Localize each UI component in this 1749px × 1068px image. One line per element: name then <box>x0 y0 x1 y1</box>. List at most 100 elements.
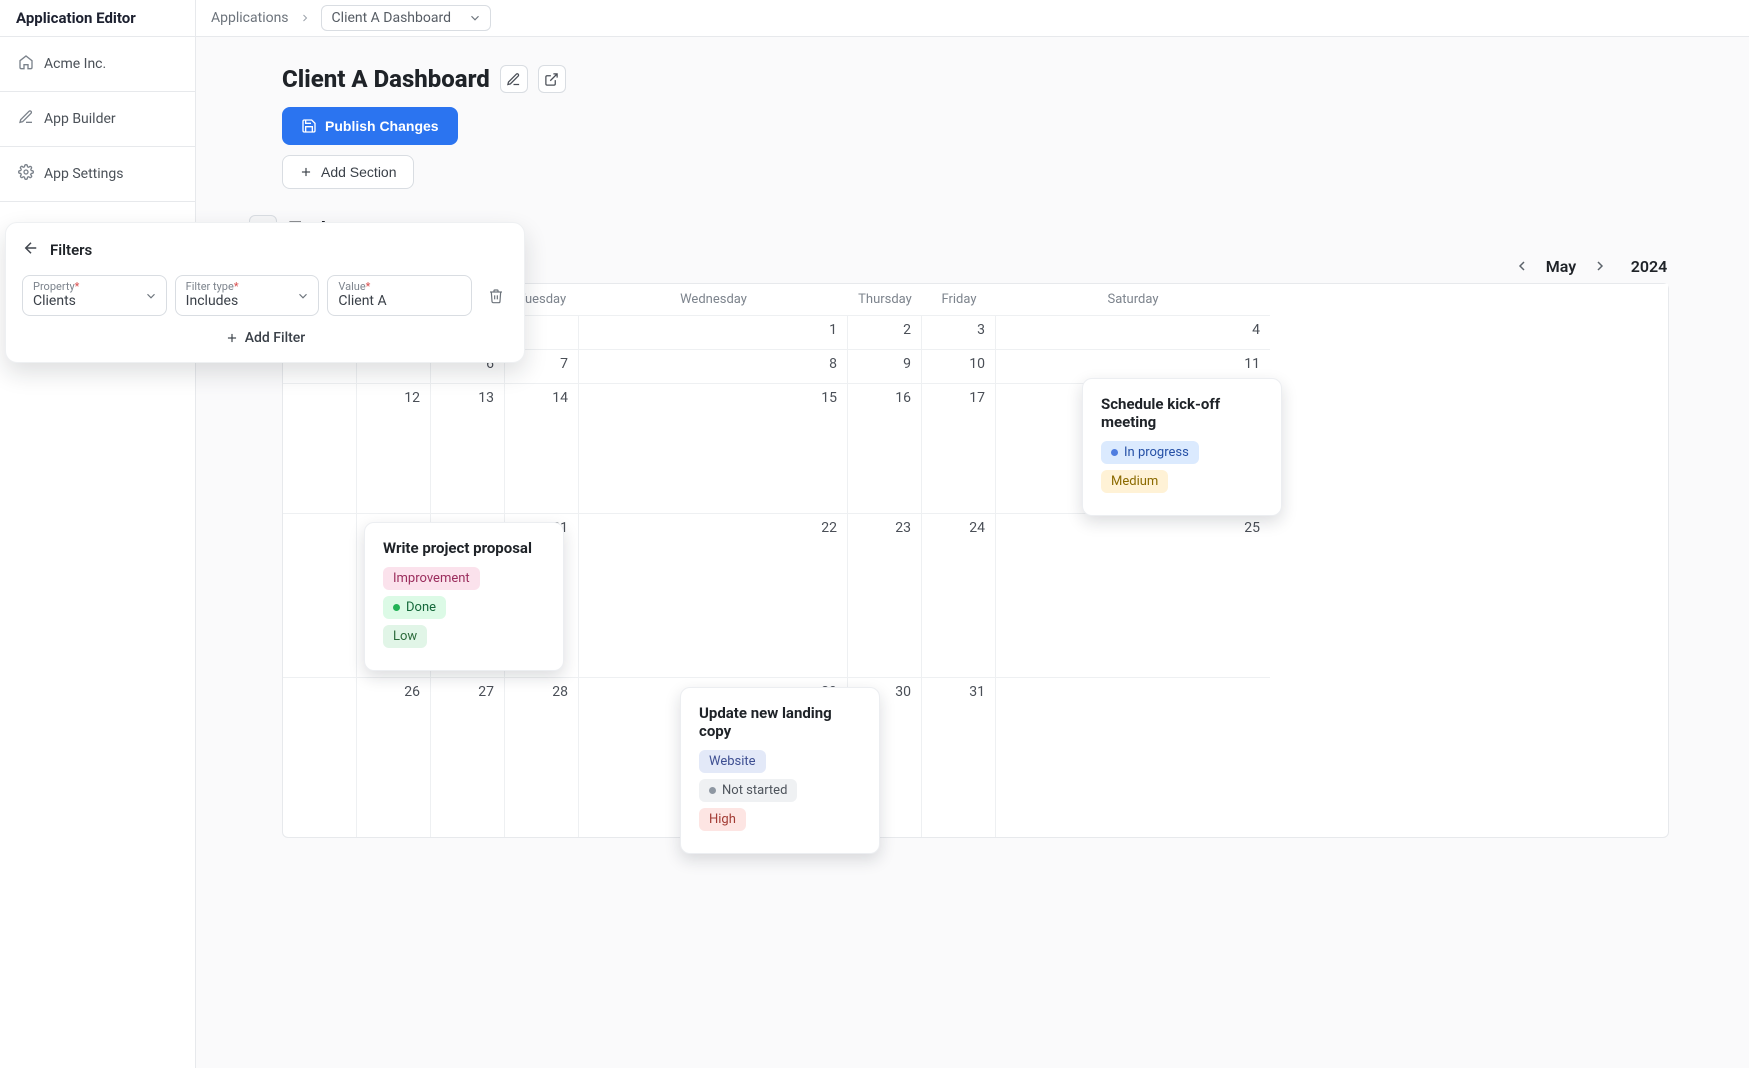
sidebar-item-app-settings[interactable]: App Settings <box>0 147 195 202</box>
weekday-label: Thursday <box>848 284 922 315</box>
back-button[interactable] <box>22 239 40 261</box>
status-dot-icon <box>393 604 400 611</box>
chevron-right-icon <box>299 12 311 24</box>
event-title: Update new landing copy <box>699 704 861 740</box>
arrow-left-icon <box>22 239 40 257</box>
event-title: Schedule kick-off meeting <box>1101 395 1263 431</box>
page-title: Client A Dashboard <box>282 65 490 93</box>
add-section-label: Add Section <box>321 164 397 180</box>
calendar-day[interactable]: 14 <box>505 383 579 513</box>
sidebar-item-workspace[interactable]: Acme Inc. <box>0 37 195 92</box>
calendar-day[interactable]: 3 <box>922 315 996 349</box>
event-title: Write project proposal <box>383 539 545 557</box>
filter-property-select[interactable]: Property* Clients <box>22 275 167 316</box>
calendar-day[interactable]: 25 <box>996 513 1270 677</box>
calendar-day[interactable] <box>283 677 357 837</box>
calendar-day[interactable]: 31 <box>922 677 996 837</box>
calendar-row: 26 27 28 29 30 31 <box>283 677 1668 837</box>
calendar-row: 12 13 14 15 16 17 18 <box>283 383 1668 513</box>
filters-title: Filters <box>50 241 92 259</box>
calendar-month: May <box>1541 257 1581 276</box>
priority-badge: High <box>699 808 746 831</box>
sidebar-item-label: App Builder <box>44 111 116 127</box>
event-card-schedule-kickoff[interactable]: Schedule kick-off meeting In progress Me… <box>1082 378 1282 516</box>
month-prev-button[interactable] <box>1511 255 1533 277</box>
chevron-right-icon <box>1592 258 1608 274</box>
filter-value-input[interactable]: Value* <box>327 275 472 316</box>
sidebar-item-label: App Settings <box>44 166 123 182</box>
calendar-day[interactable]: 2 <box>848 315 922 349</box>
category-badge: Website <box>699 750 766 773</box>
external-link-icon <box>544 72 559 87</box>
calendar-year: 2024 <box>1629 257 1669 276</box>
weekday-label: Friday <box>922 284 996 315</box>
calendar-day[interactable]: 16 <box>848 383 922 513</box>
breadcrumb-select-value: Client A Dashboard <box>332 10 451 26</box>
field-value: Includes <box>186 293 239 309</box>
add-filter-label: Add Filter <box>245 330 306 346</box>
field-label: Property* <box>33 280 138 293</box>
save-icon <box>301 118 317 134</box>
status-dot-icon <box>1111 449 1118 456</box>
calendar-day[interactable]: 9 <box>848 349 922 383</box>
event-card-landing-copy[interactable]: Update new landing copy Website Not star… <box>680 687 880 854</box>
field-label: Filter type* <box>186 280 291 293</box>
plus-icon <box>299 165 313 179</box>
add-section-button[interactable]: Add Section <box>282 155 414 189</box>
calendar-day[interactable]: 13 <box>431 383 505 513</box>
app-title: Application Editor <box>0 0 195 37</box>
calendar-day[interactable] <box>283 513 357 677</box>
status-badge: In progress <box>1101 441 1199 464</box>
chevron-left-icon <box>1514 258 1530 274</box>
sidebar: Application Editor Acme Inc. App Builder… <box>0 0 196 1068</box>
calendar-day[interactable]: 8 <box>579 349 848 383</box>
publish-changes-button[interactable]: Publish Changes <box>282 107 458 145</box>
calendar-day[interactable]: 23 <box>848 513 922 677</box>
chevron-down-icon <box>468 11 482 25</box>
calendar-day[interactable]: 22 <box>579 513 848 677</box>
month-next-button[interactable] <box>1589 255 1611 277</box>
priority-badge: Low <box>383 625 427 648</box>
calendar-day[interactable]: 1 <box>579 315 848 349</box>
event-card-project-proposal[interactable]: Write project proposal Improvement Done … <box>364 522 564 671</box>
calendar-day[interactable]: 17 <box>922 383 996 513</box>
calendar-day[interactable]: 27 <box>431 677 505 837</box>
breadcrumb-select[interactable]: Client A Dashboard <box>321 5 491 31</box>
filter-value-field[interactable] <box>338 293 443 309</box>
weekday-label: Wednesday <box>579 284 848 315</box>
plus-icon <box>225 331 239 345</box>
trash-icon <box>488 288 504 304</box>
calendar-day[interactable]: 28 <box>505 677 579 837</box>
calendar-day[interactable]: 15 <box>579 383 848 513</box>
sidebar-item-label: Acme Inc. <box>44 56 106 72</box>
gear-icon <box>18 164 34 184</box>
delete-filter-button[interactable] <box>484 284 508 308</box>
breadcrumb-root[interactable]: Applications <box>211 10 289 26</box>
breadcrumb: Applications Client A Dashboard <box>196 0 1749 37</box>
filters-popover: Filters Property* Clients Filter type* I… <box>5 222 525 363</box>
calendar-day[interactable] <box>996 677 1270 837</box>
home-icon <box>18 54 34 74</box>
calendar-day[interactable]: 10 <box>922 349 996 383</box>
calendar-day[interactable]: 4 <box>996 315 1270 349</box>
field-label: Value* <box>338 280 443 293</box>
calendar-day[interactable] <box>283 383 357 513</box>
add-filter-button[interactable]: Add Filter <box>22 330 508 346</box>
pencil-icon <box>506 72 521 87</box>
priority-badge: Medium <box>1101 470 1168 493</box>
pencil-icon <box>18 109 34 129</box>
chevron-down-icon <box>296 289 310 303</box>
field-value: Clients <box>33 293 76 309</box>
edit-title-button[interactable] <box>500 65 528 93</box>
status-dot-icon <box>709 787 716 794</box>
open-external-button[interactable] <box>538 65 566 93</box>
filter-type-select[interactable]: Filter type* Includes <box>175 275 320 316</box>
calendar-day[interactable]: 24 <box>922 513 996 677</box>
weekday-label: Saturday <box>996 284 1270 315</box>
status-badge: Done <box>383 596 446 619</box>
calendar-day[interactable]: 26 <box>357 677 431 837</box>
chevron-down-icon <box>144 289 158 303</box>
calendar-day[interactable]: 12 <box>357 383 431 513</box>
sidebar-item-app-builder[interactable]: App Builder <box>0 92 195 147</box>
status-badge: Not started <box>699 779 797 802</box>
